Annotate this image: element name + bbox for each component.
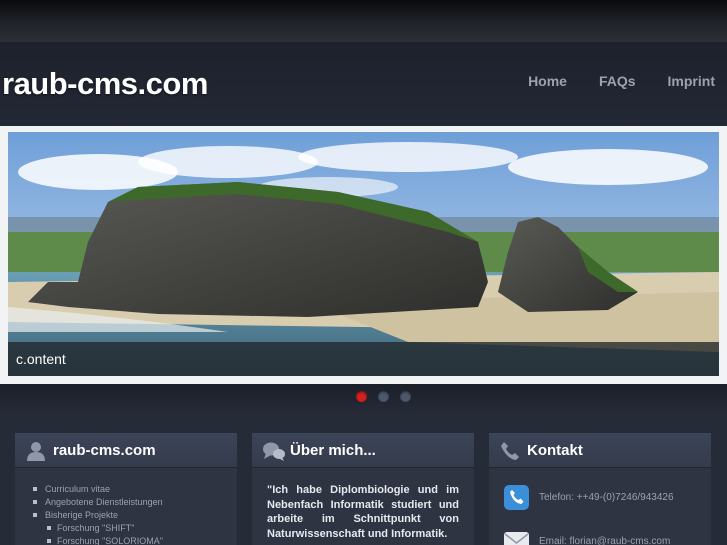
site-menu: Curriculum vitae Angebotene Dienstleistu… [33, 483, 163, 545]
menu-item-services[interactable]: Angebotene Dienstleistungen [33, 496, 163, 509]
email-icon [504, 532, 529, 545]
main-nav: Home FAQs Imprint [528, 73, 715, 89]
menu-item-solorioma[interactable]: Forschung "SOLORIOMA" [43, 535, 163, 545]
top-bar [0, 0, 727, 42]
site-box: raub-cms.com Curriculum vitae Angebotene… [15, 433, 237, 545]
contact-email-text[interactable]: Email: florian@raub-cms.com [539, 536, 670, 545]
phone-icon [501, 442, 519, 460]
nav-home[interactable]: Home [528, 73, 567, 89]
contact-box-title: Kontakt [527, 442, 583, 459]
site-header: raub-cms.com Home FAQs Imprint [0, 42, 727, 126]
about-me-text: "Ich habe Diplombiologie und im Nebenfac… [267, 484, 459, 540]
slider-caption-text: c.ontent [16, 351, 66, 367]
menu-item-projects[interactable]: Bisherige Projekte [33, 509, 163, 522]
contact-box-header: Kontakt [489, 433, 711, 468]
contact-phone-row: Telefon: ++49-(0)7246/943426 [504, 485, 674, 510]
slider-dots [356, 391, 411, 402]
chat-bubble-icon [263, 442, 285, 461]
nav-faqs[interactable]: FAQs [599, 73, 636, 89]
contact-box: Kontakt Telefon: ++49-(0)7246/943426 Ema… [489, 433, 711, 545]
slider-caption: c.ontent [8, 342, 719, 376]
site-box-header: raub-cms.com [15, 433, 237, 468]
site-logo[interactable]: raub-cms.com [2, 66, 208, 102]
contact-phone-text: Telefon: ++49-(0)7246/943426 [539, 492, 674, 503]
user-icon [27, 442, 45, 461]
about-me-box: Über mich... "Ich habe Diplombiologie un… [252, 433, 474, 545]
menu-item-cv[interactable]: Curriculum vitae [33, 483, 163, 496]
slider-image[interactable] [8, 132, 719, 376]
slider-dot-3[interactable] [400, 391, 411, 402]
about-me-box-title: Über mich... [290, 442, 376, 459]
about-me-box-header: Über mich... [252, 433, 474, 468]
contact-email-row: Email: florian@raub-cms.com [504, 529, 670, 545]
nav-imprint[interactable]: Imprint [668, 73, 715, 89]
slider-dot-1[interactable] [356, 391, 367, 402]
site-box-title: raub-cms.com [53, 442, 156, 459]
slider-dot-2[interactable] [378, 391, 389, 402]
phone-app-icon [504, 485, 529, 510]
menu-item-shift[interactable]: Forschung "SHIFT" [43, 522, 163, 535]
